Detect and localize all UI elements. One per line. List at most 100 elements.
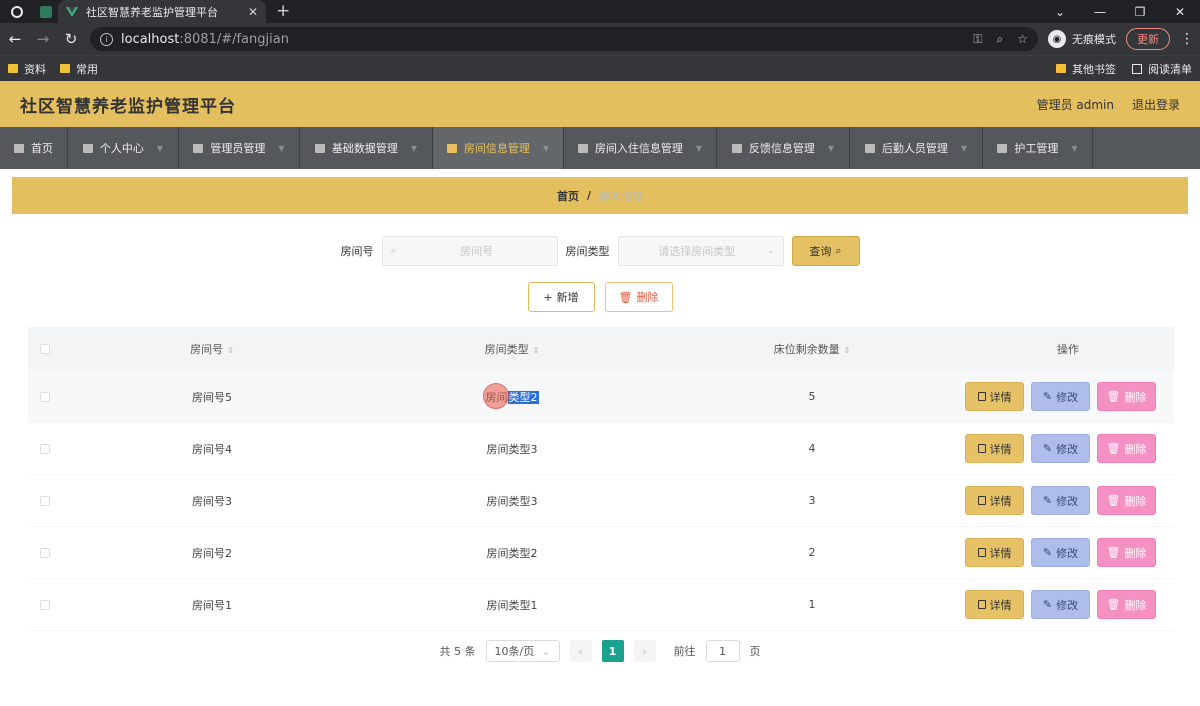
bookmark-label: 阅读清单	[1148, 62, 1192, 76]
row-checkbox[interactable]	[40, 547, 50, 558]
folder-icon	[8, 64, 18, 73]
chevron-down-icon: ⌄	[766, 246, 775, 256]
menu-item-checkin[interactable]: 房间入住信息管理 ▼	[564, 127, 717, 169]
room-number-input[interactable]: ⌕ 房间号	[381, 236, 558, 266]
menu-item-home[interactable]: 首页	[0, 127, 68, 169]
selected-text: 类型2	[507, 390, 539, 404]
row-checkbox[interactable]	[40, 495, 50, 506]
bookmark-folder[interactable]: 资料	[8, 61, 46, 77]
more-menu-icon[interactable]: ⋮	[1180, 31, 1194, 47]
edit-button[interactable]: ✎ 修改	[1031, 434, 1090, 463]
query-button[interactable]: 查询 ⌕	[791, 236, 860, 266]
header-type[interactable]: 房间类型 ⇕	[362, 341, 662, 357]
row-checkbox[interactable]	[40, 391, 50, 402]
detail-button[interactable]: 详情	[965, 486, 1024, 515]
bookmark-folder[interactable]: 常用	[60, 61, 98, 77]
select-all-checkbox[interactable]	[40, 344, 50, 354]
active-tab[interactable]: 社区智慧养老监护管理平台 ✕	[58, 0, 266, 23]
url-bar[interactable]: i localhost:8081/#/fangjian ⚿ ⌕ ☆	[90, 27, 1038, 51]
room-number-label: 房间号	[340, 245, 374, 258]
checkin-icon	[577, 143, 588, 153]
document-icon	[977, 600, 986, 609]
menu-item-profile[interactable]: 个人中心 ▼	[68, 127, 179, 169]
reading-list[interactable]: 阅读清单	[1132, 61, 1192, 77]
back-icon[interactable]: ←	[6, 30, 24, 48]
pagination: 共 5 条 10条/页 ⌄ ‹ 1 › 前往 1 页	[0, 640, 1200, 662]
detail-button[interactable]: 详情	[965, 538, 1024, 567]
row-checkbox[interactable]	[40, 599, 50, 610]
sort-icon[interactable]: ⇕	[844, 346, 851, 355]
menu-item-nurse[interactable]: 护工管理 ▼	[983, 127, 1093, 169]
menu-item-feedback[interactable]: 反馈信息管理 ▼	[717, 127, 850, 169]
room-type-label: 房间类型	[565, 245, 610, 258]
menu-item-room-info[interactable]: 房间信息管理 ▼	[433, 127, 564, 169]
address-toolbar: ← → ↻ i localhost:8081/#/fangjian ⚿ ⌕ ☆ …	[0, 23, 1200, 55]
detail-button[interactable]: 详情	[965, 590, 1024, 619]
incognito-profile[interactable]: ◉ 无痕模式	[1048, 30, 1116, 48]
trash-icon: 🗑	[618, 290, 633, 304]
grid-icon	[446, 143, 457, 153]
bookmark-star-icon[interactable]: ☆	[1017, 32, 1028, 47]
update-button[interactable]: 更新	[1126, 28, 1170, 50]
room-type-select[interactable]: 请选择房间类型 ⌄	[617, 236, 784, 266]
tab-search-icon[interactable]: ⌄	[1040, 0, 1080, 23]
window-controls: ⌄ — ❐ ✕	[1040, 0, 1200, 23]
globe-icon[interactable]	[0, 0, 34, 23]
goto-page-input[interactable]: 1	[705, 640, 740, 662]
header-label: 房间号	[190, 343, 224, 356]
logout-link[interactable]: 退出登录	[1132, 96, 1180, 113]
page-size-select[interactable]: 10条/页 ⌄	[485, 640, 560, 662]
new-tab-icon[interactable]: +	[266, 1, 300, 23]
plus-icon: +	[543, 290, 553, 304]
table-row: 房间号1 房间类型1 1 详情 ✎ 修改 🗑 删除	[28, 579, 1174, 631]
delete-button[interactable]: 🗑 删除	[1097, 538, 1156, 567]
edit-button[interactable]: ✎ 修改	[1031, 538, 1090, 567]
forward-icon[interactable]: →	[34, 30, 52, 48]
breadcrumb-home[interactable]: 首页	[557, 188, 579, 204]
menu-item-base-data[interactable]: 基础数据管理 ▼	[300, 127, 433, 169]
pencil-icon: ✎	[1042, 546, 1053, 559]
sort-icon[interactable]: ⇕	[227, 346, 234, 355]
header-beds[interactable]: 床位剩余数量 ⇕	[662, 341, 962, 357]
edit-label: 修改	[1056, 598, 1079, 612]
delete-button[interactable]: 🗑 删除	[1097, 434, 1156, 463]
key-icon[interactable]: ⚿	[973, 32, 982, 47]
inactive-tab[interactable]	[34, 0, 58, 23]
chevron-down-icon: ▼	[960, 143, 968, 153]
header-room[interactable]: 房间号 ⇕	[62, 341, 362, 357]
row-actions: 详情 ✎ 修改 🗑 删除	[962, 434, 1174, 463]
edit-button[interactable]: ✎ 修改	[1031, 486, 1090, 515]
edit-label: 修改	[1056, 546, 1079, 560]
edit-button[interactable]: ✎ 修改	[1031, 590, 1090, 619]
sort-icon[interactable]: ⇕	[533, 346, 540, 355]
detail-button[interactable]: 详情	[965, 434, 1024, 463]
row-checkbox[interactable]	[40, 443, 50, 454]
delete-button[interactable]: 🗑 删除	[1097, 590, 1156, 619]
detail-button[interactable]: 详情	[965, 382, 1024, 411]
restore-icon[interactable]: ❐	[1120, 0, 1160, 23]
other-bookmarks[interactable]: 其他书签	[1056, 61, 1116, 77]
next-page-icon[interactable]: ›	[633, 640, 656, 662]
prev-page-icon[interactable]: ‹	[569, 640, 592, 662]
close-window-icon[interactable]: ✕	[1160, 0, 1200, 23]
edit-button[interactable]: ✎ 修改	[1031, 382, 1090, 411]
minimize-icon[interactable]: —	[1080, 0, 1120, 23]
add-button[interactable]: + 新增	[527, 282, 595, 312]
batch-delete-button[interactable]: 🗑 删除	[604, 282, 673, 312]
page-number[interactable]: 1	[601, 640, 624, 662]
search-icon: ⌕	[835, 244, 842, 257]
delete-button[interactable]: 🗑 删除	[1097, 486, 1156, 515]
delete-button[interactable]: 🗑 删除	[1097, 382, 1156, 411]
trash-icon: 🗑	[1106, 494, 1121, 507]
table-row: 房间号4 房间类型3 4 详情 ✎ 修改 🗑 删除	[28, 423, 1174, 475]
menu-item-admin[interactable]: 管理员管理 ▼	[179, 127, 300, 169]
reload-icon[interactable]: ↻	[62, 30, 80, 48]
incognito-icon: ◉	[1048, 30, 1066, 48]
close-tab-icon[interactable]: ✕	[248, 5, 258, 19]
url-path: :8081/#/fangjian	[179, 31, 289, 47]
header-ops: 操作	[962, 341, 1174, 357]
trash-icon: 🗑	[1106, 442, 1121, 455]
menu-item-logistics[interactable]: 后勤人员管理 ▼	[850, 127, 983, 169]
site-info-icon[interactable]: i	[100, 32, 113, 46]
zoom-icon[interactable]: ⌕	[997, 32, 1004, 47]
